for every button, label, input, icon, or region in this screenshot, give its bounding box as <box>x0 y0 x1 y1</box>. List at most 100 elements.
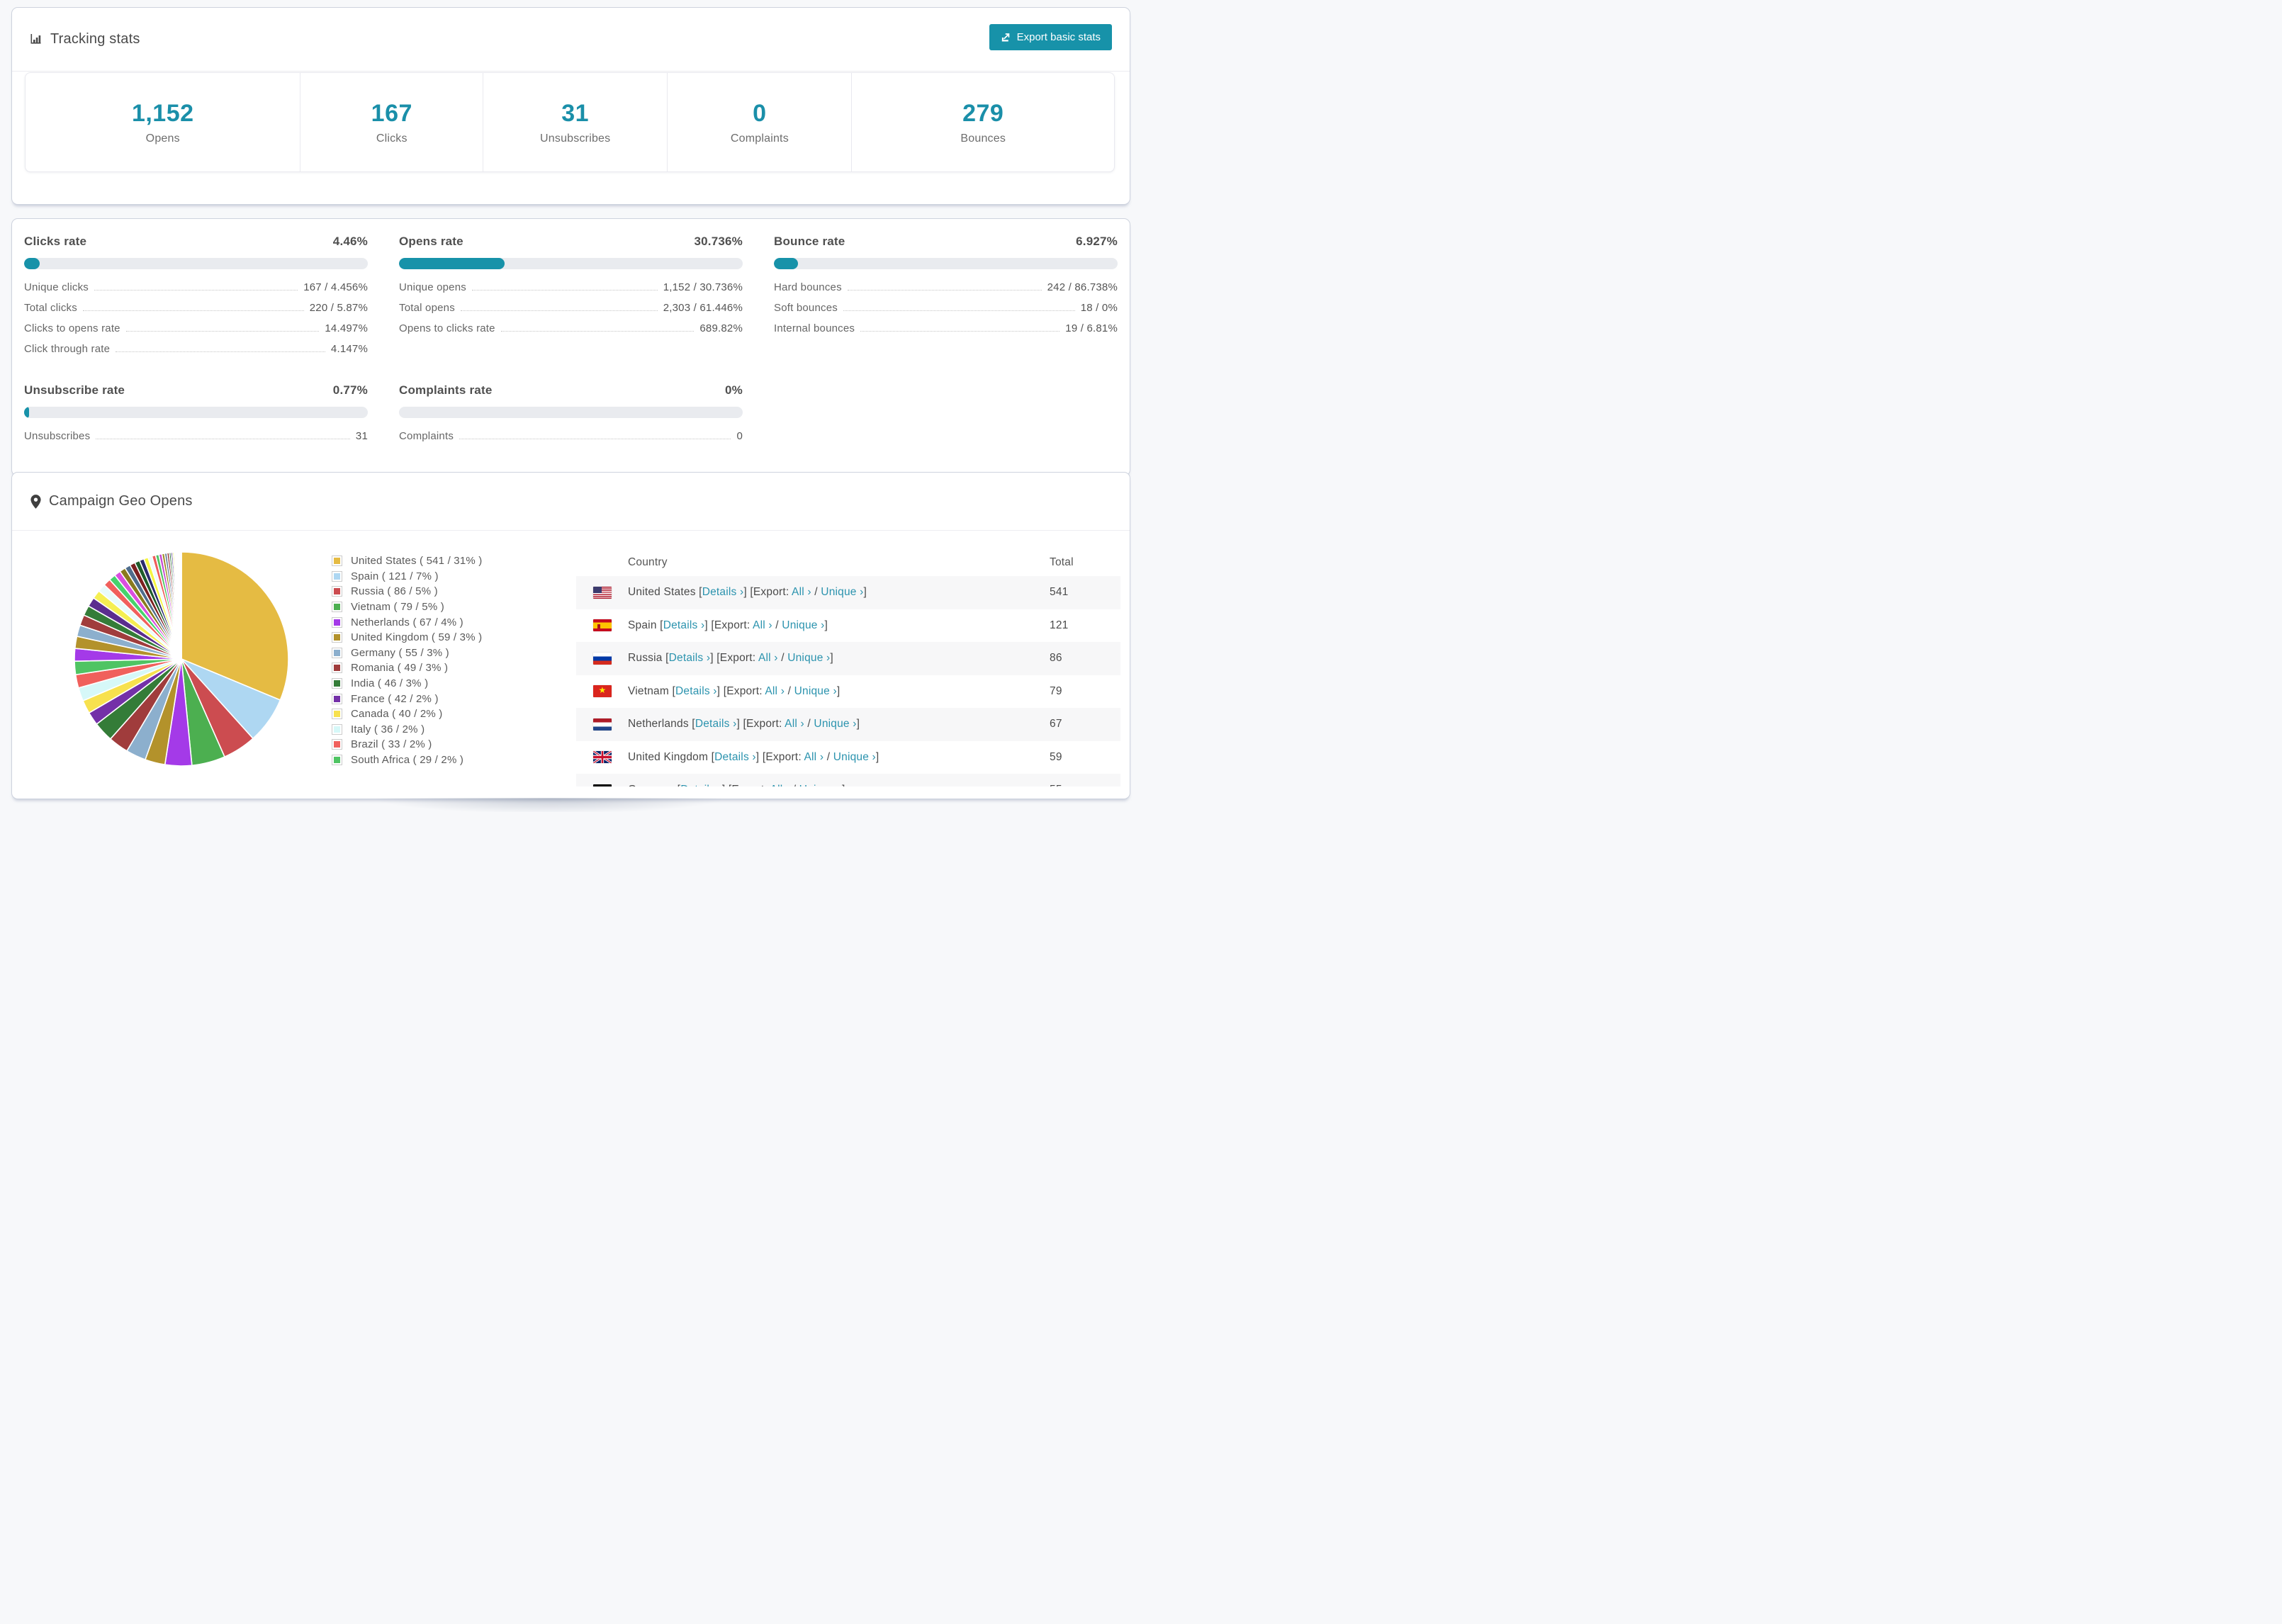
stat-box-opens: 1,152 Opens <box>26 73 301 171</box>
geo-pie-legend: United States ( 541 / 31% ) Spain ( 121 /… <box>332 553 483 767</box>
export-unique-link[interactable]: Unique › <box>794 685 837 697</box>
complaints-rate-bar <box>399 407 743 418</box>
dotted-leader <box>500 331 695 332</box>
legend-label: United Kingdom ( 59 / 3% ) <box>351 631 483 644</box>
legend-item-netherlands[interactable]: Netherlands ( 67 / 4% ) <box>332 614 483 630</box>
opens-rate-bar <box>399 258 743 269</box>
detail-label: Clicks to opens rate <box>24 322 120 334</box>
export-basic-stats-button[interactable]: Export basic stats <box>989 24 1112 50</box>
legend-item-india[interactable]: India ( 46 / 3% ) <box>332 676 483 692</box>
bracket: ] <box>875 750 879 763</box>
germany-flag-icon <box>593 784 612 786</box>
export-all-link[interactable]: All › <box>785 718 804 730</box>
clicks-detail-row: Clicks to opens rate 14.497% <box>24 322 368 334</box>
dotted-leader <box>843 310 1075 311</box>
legend-item-united-kingdom[interactable]: United Kingdom ( 59 / 3% ) <box>332 630 483 645</box>
detail-label: Internal bounces <box>774 322 855 334</box>
legend-item-russia[interactable]: Russia ( 86 / 5% ) <box>332 584 483 599</box>
legend-item-united-states[interactable]: United States ( 541 / 31% ) <box>332 553 483 569</box>
legend-item-south-africa[interactable]: South Africa ( 29 / 2% ) <box>332 752 483 768</box>
geo-row-text: Netherlands [Details ›] [Export: All › /… <box>628 718 860 731</box>
dotted-leader <box>94 290 298 291</box>
geo-row-text: Russia [Details ›] [Export: All › / Uniq… <box>628 652 833 665</box>
legend-item-spain[interactable]: Spain ( 121 / 7% ) <box>332 569 483 585</box>
united-states-flag-icon <box>593 586 612 599</box>
country-total: 86 <box>1050 652 1062 665</box>
export-all-link[interactable]: All › <box>758 652 778 664</box>
legend-swatch <box>332 617 342 627</box>
detail-value: 31 <box>355 430 368 442</box>
unsubscribe-rate-title: Unsubscribe rate <box>24 383 125 397</box>
bracket: ] <box>755 750 760 763</box>
country-total: 121 <box>1050 619 1069 631</box>
export-all-link[interactable]: All › <box>765 685 785 697</box>
geo-table-row-ru: Russia [Details ›] [Export: All › / Uniq… <box>576 642 1120 675</box>
export-unique-link[interactable]: Unique › <box>833 751 876 763</box>
legend-swatch <box>332 724 342 734</box>
legend-label: Romania ( 49 / 3% ) <box>351 662 449 675</box>
geo-table-rows: United States [Details ›] [Export: All ›… <box>576 576 1120 786</box>
bracket: ] <box>842 784 845 786</box>
export-all-link[interactable]: All › <box>770 784 790 786</box>
legend-label: Germany ( 55 / 3% ) <box>351 646 449 659</box>
tracking-stats-card: Tracking stats Export basic stats 1,152 … <box>11 7 1130 205</box>
geo-title-label: Campaign Geo Opens <box>49 493 193 509</box>
legend-item-romania[interactable]: Romania ( 49 / 3% ) <box>332 660 483 676</box>
link-separator: / <box>781 652 785 665</box>
details-link[interactable]: Details › <box>663 619 705 631</box>
link-separator: / <box>787 684 792 697</box>
geo-table-row-de: Germany [Details ›] [Export: All › / Uni… <box>576 774 1120 786</box>
details-link[interactable]: Details › <box>714 751 756 763</box>
bounces-label: Bounces <box>960 132 1006 145</box>
unsubscribe-rate-value: 0.77% <box>332 383 368 397</box>
geo-table-row-nl: Netherlands [Details ›] [Export: All › /… <box>576 708 1120 741</box>
export-unique-link[interactable]: Unique › <box>787 652 830 664</box>
bounce-detail-row: Hard bounces 242 / 86.738% <box>774 281 1118 293</box>
geo-row-text: United Kingdom [Details ›] [Export: All … <box>628 751 879 764</box>
detail-value: 689.82% <box>699 322 743 334</box>
details-link[interactable]: Details › <box>680 784 722 786</box>
bounce-detail-row: Soft bounces 18 / 0% <box>774 302 1118 314</box>
export-unique-link[interactable]: Unique › <box>782 619 824 631</box>
export-prefix: [Export: <box>762 750 802 763</box>
legend-label: Netherlands ( 67 / 4% ) <box>351 616 463 628</box>
export-unique-link[interactable]: Unique › <box>821 586 863 598</box>
total-column-header: Total <box>1050 556 1074 568</box>
bracket: ] <box>704 619 708 631</box>
country-total: 55 <box>1050 784 1062 786</box>
complaints-rate-section: Complaints rate 0% Complaints 0 <box>399 383 743 451</box>
export-basic-stats-label: Export basic stats <box>1016 31 1101 43</box>
country-name: Russia <box>628 652 663 665</box>
legend-swatch <box>332 694 342 704</box>
legend-item-brazil[interactable]: Brazil ( 33 / 2% ) <box>332 737 483 752</box>
detail-label: Unsubscribes <box>24 430 91 442</box>
detail-label: Complaints <box>399 430 454 442</box>
detail-value: 18 / 0% <box>1080 302 1118 314</box>
export-all-link[interactable]: All › <box>753 619 772 631</box>
detail-value: 14.497% <box>325 322 368 334</box>
export-all-link[interactable]: All › <box>804 751 824 763</box>
export-unique-link[interactable]: Unique › <box>799 784 842 786</box>
unsubscribe-rate-bar <box>24 407 368 418</box>
clicks-label: Clicks <box>376 132 408 145</box>
link-separator: / <box>793 784 797 786</box>
legend-item-france[interactable]: France ( 42 / 2% ) <box>332 691 483 706</box>
link-separator: / <box>814 586 818 599</box>
details-link[interactable]: Details › <box>702 586 744 598</box>
bracket: ] <box>824 619 828 631</box>
dotted-leader <box>847 290 1042 291</box>
dotted-leader <box>82 310 304 311</box>
unsubscribe-rate-section: Unsubscribe rate 0.77% Unsubscribes 31 <box>24 383 368 451</box>
legend-item-vietnam[interactable]: Vietnam ( 79 / 5% ) <box>332 599 483 615</box>
export-unique-link[interactable]: Unique › <box>814 718 856 730</box>
details-link[interactable]: Details › <box>669 652 711 664</box>
details-link[interactable]: Details › <box>695 718 737 730</box>
legend-swatch <box>332 602 342 612</box>
export-all-link[interactable]: All › <box>792 586 811 598</box>
bracket: ] <box>836 684 841 697</box>
legend-item-germany[interactable]: Germany ( 55 / 3% ) <box>332 645 483 661</box>
details-link[interactable]: Details › <box>675 685 717 697</box>
detail-value: 4.147% <box>330 343 368 355</box>
legend-item-italy[interactable]: Italy ( 36 / 2% ) <box>332 722 483 738</box>
legend-item-canada[interactable]: Canada ( 40 / 2% ) <box>332 706 483 722</box>
